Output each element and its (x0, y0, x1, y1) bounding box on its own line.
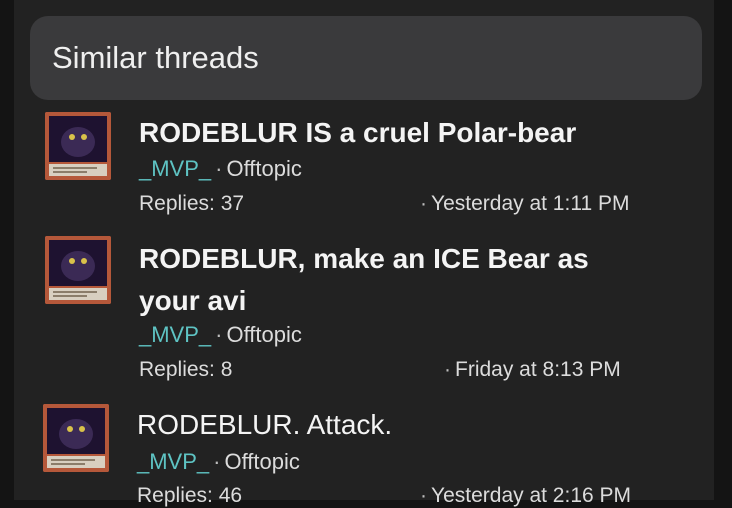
thread-title[interactable]: RODEBLUR. Attack. (137, 404, 657, 446)
thread-date: Yesterday at 2:16 PM (431, 484, 632, 507)
separator-dot: · (444, 358, 451, 381)
thread-author-link[interactable]: _MVP_ (139, 322, 211, 347)
thread-forum-link[interactable]: Offtopic (224, 449, 299, 474)
separator-dot: · (420, 484, 427, 507)
thread-meta: _MVP_ · Offtopic (139, 156, 302, 182)
thread-title[interactable]: RODEBLUR, make an ICE Bear as your avi (139, 238, 639, 322)
avatar[interactable] (45, 112, 111, 180)
separator-dot: · (215, 322, 223, 347)
section-title: Similar threads (52, 40, 259, 75)
separator-dot: · (420, 192, 427, 215)
thread-author-link[interactable]: _MVP_ (139, 156, 211, 181)
thread-replies: Replies: 46 (137, 484, 243, 507)
thread-last-post[interactable]: · Yesterday at 2:16 PM (420, 484, 631, 508)
thread-forum-link[interactable]: Offtopic (226, 322, 301, 347)
thread-title[interactable]: RODEBLUR IS a cruel Polar-bear (139, 112, 659, 154)
similar-threads-header: Similar threads (30, 16, 702, 100)
thread-last-post[interactable]: · Friday at 8:13 PM (444, 358, 621, 382)
thread-replies: Replies: 8 (139, 358, 233, 381)
thread-replies: Replies: 37 (139, 192, 245, 215)
thread-date: Yesterday at 1:11 PM (431, 192, 630, 215)
separator-dot: · (215, 156, 223, 181)
thread-date: Friday at 8:13 PM (455, 358, 621, 381)
thread-forum-link[interactable]: Offtopic (226, 156, 301, 181)
avatar[interactable] (43, 404, 109, 472)
thread-last-post[interactable]: · Yesterday at 1:11 PM (420, 192, 629, 216)
separator-dot: · (213, 449, 221, 474)
thread-meta: _MVP_ · Offtopic (137, 449, 300, 475)
thread-author-link[interactable]: _MVP_ (137, 449, 209, 474)
thread-meta: _MVP_ · Offtopic (139, 322, 302, 348)
avatar[interactable] (45, 236, 111, 304)
